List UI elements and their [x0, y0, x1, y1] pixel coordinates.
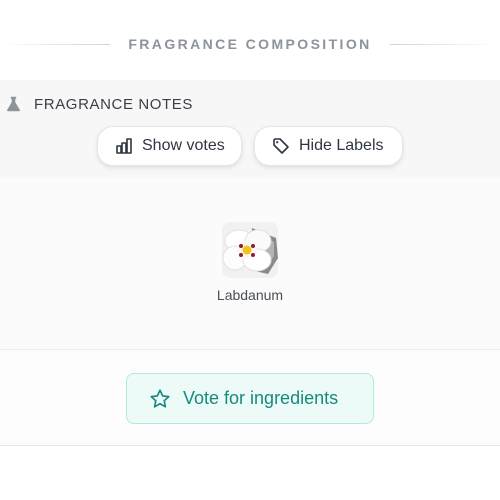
divider-left — [0, 44, 110, 45]
section-title: FRAGRANCE COMPOSITION — [128, 36, 372, 52]
tag-icon — [273, 138, 289, 154]
vote-for-ingredients-button[interactable]: Vote for ingredients — [126, 373, 374, 424]
vote-label: Vote for ingredients — [183, 388, 339, 408]
notes-title: FRAGRANCE NOTES — [34, 95, 194, 113]
bar-chart-icon — [116, 138, 132, 154]
divider-right — [390, 44, 500, 45]
hide-labels-label: Hide Labels — [299, 137, 384, 154]
show-votes-label: Show votes — [142, 137, 225, 154]
section-header: FRAGRANCE COMPOSITION — [0, 30, 500, 58]
show-votes-button[interactable]: Show votes — [97, 126, 242, 166]
vote-area: Vote for ingredients — [0, 350, 500, 446]
fragrance-notes-panel: FRAGRANCE NOTES Show votes Hide Labels — [0, 80, 500, 178]
ingredient-image — [222, 222, 278, 278]
hide-labels-button[interactable]: Hide Labels — [254, 126, 403, 166]
ingredient-item[interactable]: Labdanum — [200, 222, 300, 303]
ingredient-name: Labdanum — [216, 287, 284, 303]
notes-area: Labdanum — [0, 178, 500, 350]
notes-heading: FRAGRANCE NOTES — [4, 95, 193, 113]
star-icon — [150, 388, 170, 408]
flask-icon — [7, 96, 20, 112]
